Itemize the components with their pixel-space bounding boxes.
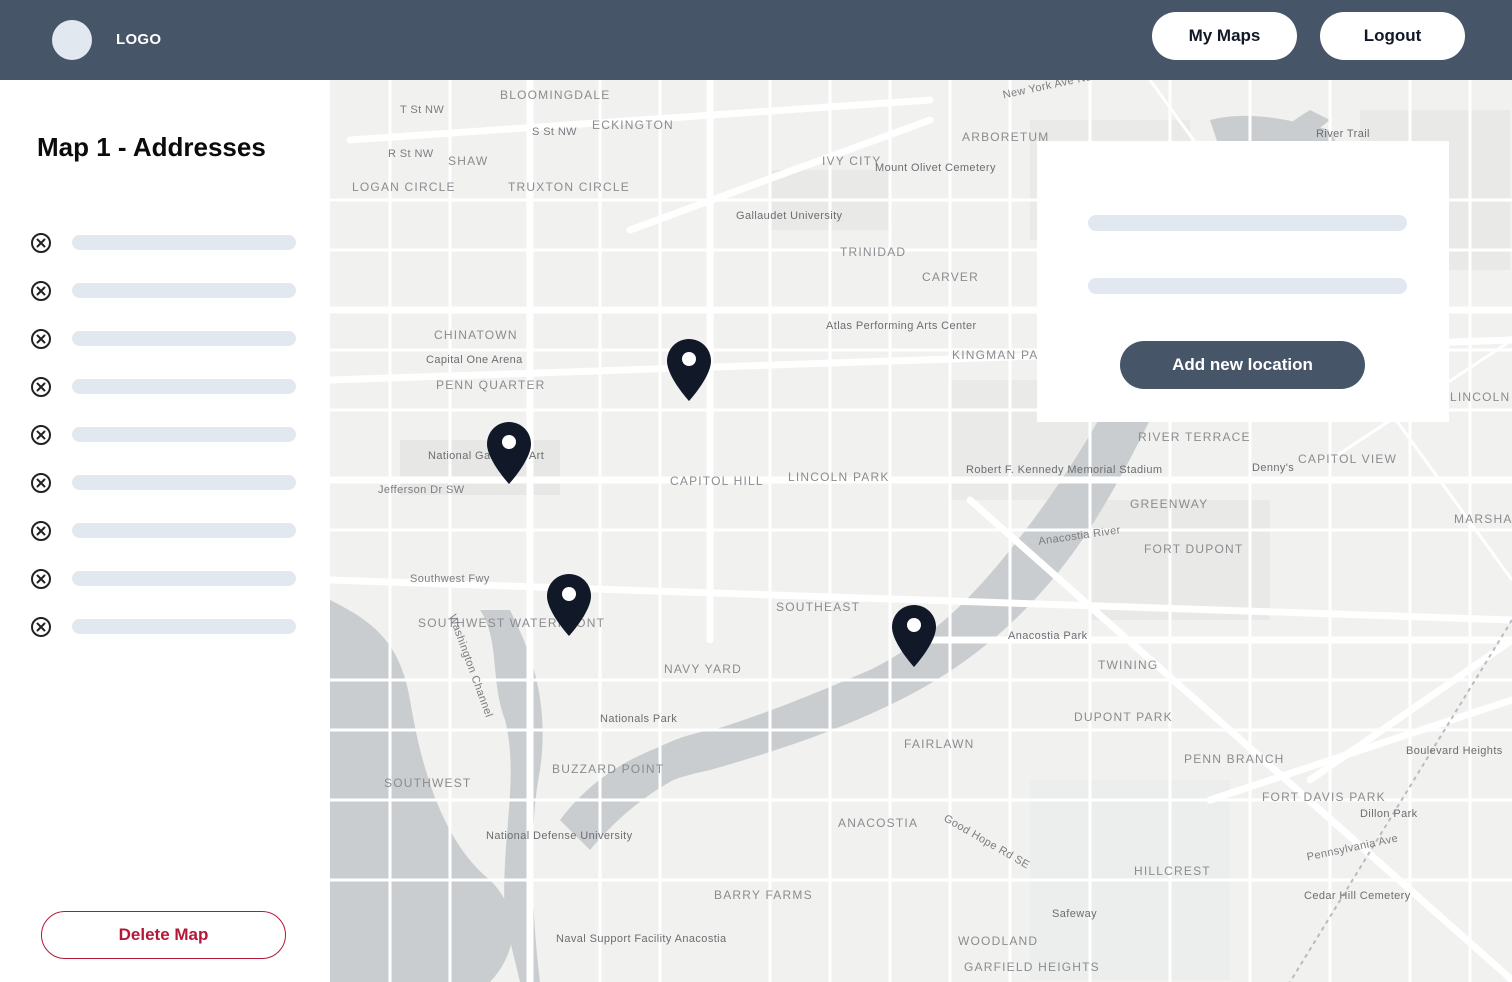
map-label: HILLCREST (1134, 864, 1211, 878)
map-label: DUPONT PARK (1074, 710, 1173, 724)
map-label: Dillon Park (1360, 808, 1418, 820)
remove-circle-icon[interactable] (30, 616, 52, 638)
map-pin-icon[interactable] (667, 339, 711, 401)
map-label: GARFIELD HEIGHTS (964, 960, 1100, 974)
address-list (30, 230, 300, 662)
map-label: R St NW (388, 148, 434, 160)
map-label: CAPITOL VIEW (1298, 452, 1398, 466)
remove-circle-icon[interactable] (30, 424, 52, 446)
map-label: PENN QUARTER (436, 378, 546, 392)
list-item (30, 566, 300, 614)
map-label: CHINATOWN (434, 328, 518, 342)
list-item (30, 230, 300, 278)
map-label: FORT DAVIS PARK (1262, 790, 1386, 804)
map-label: T St NW (400, 104, 445, 116)
map-label: S St NW (532, 126, 577, 138)
map-label: ANACOSTIA (838, 816, 919, 830)
map-label: Cedar Hill Cemetery (1304, 890, 1411, 902)
map-pin-icon[interactable] (547, 574, 591, 636)
location-name-input[interactable] (1088, 215, 1407, 231)
map-label: Anacostia Park (1008, 630, 1088, 642)
list-item (30, 374, 300, 422)
map-label: GREENWAY (1130, 497, 1209, 511)
map-label: Jefferson Dr SW (378, 484, 465, 496)
list-item (30, 470, 300, 518)
logo-text: LOGO (116, 31, 162, 48)
map-label: LINCOLN HEIGHTS (1450, 390, 1512, 404)
map-label: CAPITOL HILL (670, 474, 764, 488)
map-label: MARSHALL HEIGHTS (1454, 512, 1512, 526)
map-label: Robert F. Kennedy Memorial Stadium (966, 464, 1163, 476)
logo-icon (52, 20, 92, 60)
remove-circle-icon[interactable] (30, 472, 52, 494)
remove-circle-icon[interactable] (30, 232, 52, 254)
map-label: SOUTHWEST (384, 776, 472, 790)
address-placeholder[interactable] (72, 379, 296, 394)
map-label: Safeway (1052, 908, 1097, 920)
map-label: WOODLAND (958, 934, 1039, 948)
address-placeholder[interactable] (72, 331, 296, 346)
map-label: TWINING (1098, 658, 1159, 672)
map-label: ECKINGTON (592, 118, 674, 132)
address-placeholder[interactable] (72, 571, 296, 586)
map-label: SOUTHEAST (776, 600, 861, 614)
map-pin-icon[interactable] (892, 605, 936, 667)
address-placeholder[interactable] (72, 235, 296, 250)
map-label: BLOOMINGDALE (500, 88, 611, 102)
address-sidebar: Map 1 - Addresses Delete Map (0, 80, 330, 982)
map-label: Mount Olivet Cemetery (875, 162, 996, 174)
address-placeholder[interactable] (72, 475, 296, 490)
map-label: LINCOLN PARK (788, 470, 890, 484)
map-label: Nationals Park (600, 713, 678, 725)
remove-circle-icon[interactable] (30, 280, 52, 302)
map-label: Denny's (1252, 462, 1295, 474)
map-label: Boulevard Heights (1406, 745, 1503, 757)
map-label: FAIRLAWN (904, 737, 975, 751)
remove-circle-icon[interactable] (30, 376, 52, 398)
list-item (30, 326, 300, 374)
list-item (30, 614, 300, 662)
map-label: BUZZARD POINT (552, 762, 665, 776)
list-item (30, 422, 300, 470)
map-label: National Defense University (486, 830, 633, 842)
map-label: River Trail (1316, 128, 1370, 140)
map-label: IVY CITY (822, 154, 882, 168)
address-placeholder[interactable] (72, 427, 296, 442)
map-label: RIVER TERRACE (1138, 430, 1251, 444)
map-label: Naval Support Facility Anacostia (556, 933, 727, 945)
map-label: TRUXTON CIRCLE (508, 180, 630, 194)
map-label: NAVY YARD (664, 662, 742, 676)
list-item (30, 518, 300, 566)
map-label: BARRY FARMS (714, 888, 813, 902)
page-title: Map 1 - Addresses (37, 132, 266, 162)
list-item (30, 278, 300, 326)
map-label: LOGAN CIRCLE (352, 180, 456, 194)
address-placeholder[interactable] (72, 283, 296, 298)
address-placeholder[interactable] (72, 619, 296, 634)
top-navigation-bar: LOGO My Maps Logout (0, 0, 1512, 80)
remove-circle-icon[interactable] (30, 328, 52, 350)
logout-button[interactable]: Logout (1320, 12, 1465, 60)
map-label: Atlas Performing Arts Center (826, 320, 977, 332)
map-label: Gallaudet University (736, 210, 843, 222)
address-placeholder[interactable] (72, 523, 296, 538)
map-label: FORT DUPONT (1144, 542, 1244, 556)
map-label: Southwest Fwy (410, 573, 490, 585)
map-label: Capital One Arena (426, 354, 523, 366)
remove-circle-icon[interactable] (30, 520, 52, 542)
add-location-panel: Add new location (1037, 141, 1449, 422)
add-new-location-button[interactable]: Add new location (1120, 341, 1365, 389)
location-address-input[interactable] (1088, 278, 1407, 294)
map-label: PENN BRANCH (1184, 752, 1285, 766)
map-label: TRINIDAD (840, 245, 907, 259)
map-label: SHAW (448, 154, 489, 168)
map-label: CARVER (922, 270, 979, 284)
remove-circle-icon[interactable] (30, 568, 52, 590)
my-maps-button[interactable]: My Maps (1152, 12, 1297, 60)
map-pin-icon[interactable] (487, 422, 531, 484)
delete-map-button[interactable]: Delete Map (41, 911, 286, 959)
